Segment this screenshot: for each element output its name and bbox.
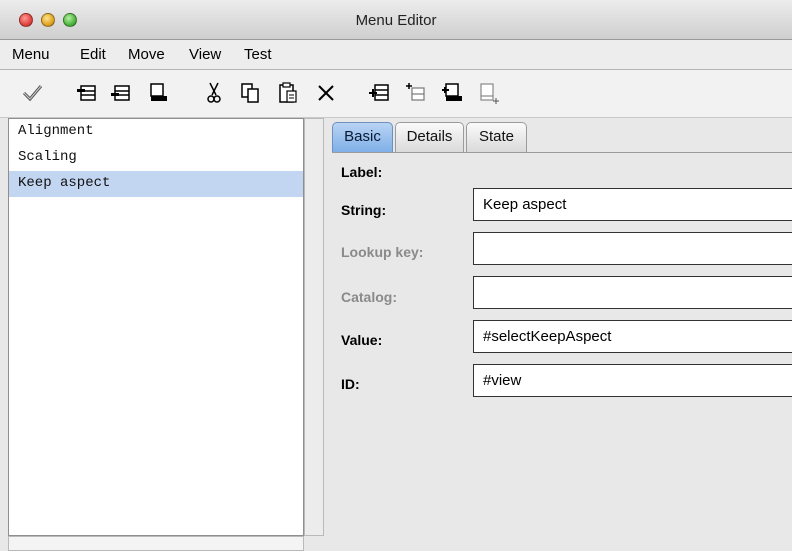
list-item[interactable]: Alignment: [9, 119, 303, 145]
insert-item-after-icon[interactable]: [146, 80, 170, 106]
insert-item-icon[interactable]: [110, 80, 134, 106]
list-vertical-scrollbar[interactable]: [304, 118, 324, 536]
cut-icon[interactable]: [202, 80, 226, 106]
check-icon[interactable]: [20, 80, 44, 106]
add-submenu-icon[interactable]: [368, 80, 392, 106]
menu-test[interactable]: Test: [244, 46, 272, 63]
list-item-selected[interactable]: Keep aspect: [9, 171, 303, 197]
tab-basic[interactable]: Basic: [332, 122, 393, 152]
value-field[interactable]: [473, 320, 792, 353]
label-label: Label:: [341, 164, 383, 180]
id-field[interactable]: [473, 364, 792, 397]
lookup-key-field[interactable]: [473, 232, 792, 265]
value-label: Value:: [341, 332, 383, 348]
toolbar: [0, 70, 792, 118]
catalog-label: Catalog:: [341, 289, 397, 305]
menu-move[interactable]: Move: [128, 46, 165, 63]
insert-item-before-icon[interactable]: [76, 80, 100, 106]
tab-divider: [332, 152, 792, 153]
list-item[interactable]: Scaling: [9, 145, 303, 171]
string-label: String:: [341, 202, 387, 218]
tab-state[interactable]: State: [466, 122, 527, 152]
properties-panel: Basic Details State Label: String: Looku…: [324, 118, 792, 551]
menu-view[interactable]: View: [189, 46, 221, 63]
add-child-icon[interactable]: [404, 80, 428, 106]
window-title: Menu Editor: [355, 12, 437, 29]
tab-details[interactable]: Details: [395, 122, 464, 152]
menu-edit[interactable]: Edit: [80, 46, 106, 63]
title-bar: Menu Editor: [0, 0, 792, 40]
delete-icon[interactable]: [314, 80, 338, 106]
copy-icon[interactable]: [238, 80, 262, 106]
string-field[interactable]: [473, 188, 792, 221]
add-separator-icon[interactable]: [476, 80, 500, 106]
menu-bar: Menu Edit Move View Test: [0, 40, 792, 70]
lookup-key-label: Lookup key:: [341, 244, 424, 260]
paste-icon[interactable]: [276, 80, 300, 106]
list-horizontal-scrollbar[interactable]: [8, 536, 304, 551]
menu-menu[interactable]: Menu: [12, 46, 50, 63]
menu-items-list[interactable]: Alignment Scaling Keep aspect: [8, 118, 304, 536]
id-label: ID:: [341, 376, 360, 392]
add-below-icon[interactable]: [440, 80, 464, 106]
catalog-field[interactable]: [473, 276, 792, 309]
